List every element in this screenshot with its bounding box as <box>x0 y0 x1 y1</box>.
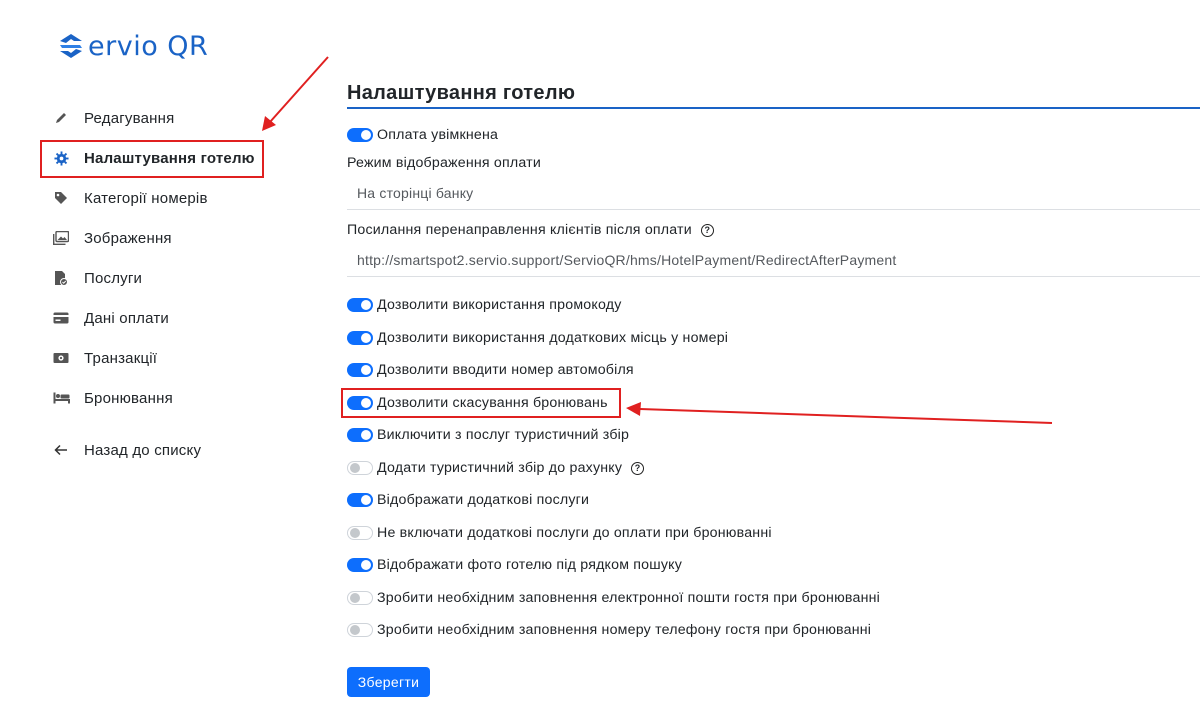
exclude-tourist-tax-toggle[interactable] <box>347 428 373 442</box>
require-email-toggle[interactable] <box>347 591 373 605</box>
credit-card-icon <box>52 309 70 327</box>
toggle-row: Відображати додаткові послуги <box>347 489 589 511</box>
toggle-row: Зробити необхідним заповнення електронно… <box>347 587 880 609</box>
sidebar-item-transactions[interactable]: Транзакції <box>40 338 280 378</box>
redirect-url-input[interactable]: http://smartspot2.servio.support/ServioQ… <box>347 243 1200 277</box>
back-to-list-label: Назад до списку <box>84 441 202 459</box>
toggle-label: Відображати додаткові послуги <box>377 492 590 508</box>
toggle-label: Не включати додаткові послуги до оплати … <box>377 525 772 541</box>
logo-text: ervio QR <box>88 30 209 62</box>
promo-code-toggle[interactable] <box>347 298 373 312</box>
toggle-row: Дозволити використання промокоду <box>347 294 622 316</box>
hotel-settings-form: Налаштування готелю Оплата увімкнена Реж… <box>341 82 1200 697</box>
logo[interactable]: ervio QR <box>56 28 208 64</box>
sidebar-item-bookings[interactable]: Бронювання <box>40 378 280 418</box>
toggle-label: Відображати фото готелю під рядком пошук… <box>377 557 683 573</box>
toggle-label: Дозволити використання промокоду <box>377 297 622 313</box>
toggle-row: Відображати фото готелю під рядком пошук… <box>347 554 682 576</box>
money-icon <box>52 349 70 367</box>
sidebar-item-label: Зображення <box>84 229 172 247</box>
sidebar-item-label: Дані оплати <box>84 309 169 327</box>
file-check-icon <box>52 269 70 287</box>
back-to-list-link[interactable]: Назад до списку <box>40 430 280 470</box>
sidebar-item-label: Транзакції <box>84 349 158 367</box>
sidebar-item-label: Налаштування готелю <box>84 149 255 167</box>
payment-enabled-toggle[interactable] <box>347 128 373 142</box>
toggle-label: Дозволити вводити номер автомобіля <box>377 362 634 378</box>
bed-icon <box>52 389 70 407</box>
arrow-left-icon <box>52 441 70 459</box>
page-title: Налаштування готелю <box>347 82 576 104</box>
toggle-label: Дозволити скасування бронювань <box>377 395 608 411</box>
toggle-row: Дозволити вводити номер автомобіля <box>347 359 634 381</box>
extra-beds-toggle[interactable] <box>347 331 373 345</box>
car-number-toggle[interactable] <box>347 363 373 377</box>
sidebar-item-label: Редагування <box>84 109 175 127</box>
pencil-icon <box>52 109 70 127</box>
tag-icon <box>52 189 70 207</box>
payment-enabled-label: Оплата увімкнена <box>377 127 499 143</box>
redirect-url-label-row: Посилання перенаправлення клієнтів після… <box>347 222 714 238</box>
sidebar: Редагування Налаштування готелю Категорі… <box>40 98 280 470</box>
payment-enabled-row: Оплата увімкнена <box>347 124 498 146</box>
gear-icon <box>52 149 70 167</box>
page: ervio QR Редагування Налаштування готелю… <box>0 0 1200 708</box>
sidebar-item-hotel-settings[interactable]: Налаштування готелю <box>40 138 280 178</box>
sidebar-item-label: Послуги <box>84 269 143 287</box>
toggle-row: Дозволити скасування бронювань <box>341 388 621 418</box>
save-button[interactable]: Зберегти <box>347 667 430 697</box>
toggle-row: Зробити необхідним заповнення номеру тел… <box>347 619 871 641</box>
hotel-photo-toggle[interactable] <box>347 558 373 572</box>
show-extra-services-toggle[interactable] <box>347 493 373 507</box>
require-phone-toggle[interactable] <box>347 623 373 637</box>
help-circle-icon[interactable]: ? <box>700 223 714 237</box>
sidebar-item-images[interactable]: Зображення <box>40 218 280 258</box>
sidebar-item-services[interactable]: Послуги <box>40 258 280 298</box>
toggle-row: Дозволити використання додаткових місць … <box>347 327 728 349</box>
servio-logo-icon <box>60 34 82 58</box>
sidebar-item-room-categories[interactable]: Категорії номерів <box>40 178 280 218</box>
toggle-label: Дозволити використання додаткових місць … <box>377 330 729 346</box>
exclude-extra-services-toggle[interactable] <box>347 526 373 540</box>
booking-cancellation-toggle[interactable] <box>347 396 373 410</box>
payment-mode-select[interactable]: На сторінці банку <box>347 176 1200 210</box>
sidebar-item-edit[interactable]: Редагування <box>40 98 280 138</box>
toggle-label: Зробити необхідним заповнення електронно… <box>377 590 881 606</box>
help-circle-icon[interactable]: ? <box>631 461 645 475</box>
add-tourist-tax-toggle[interactable] <box>347 461 373 475</box>
toggle-label: Додати туристичний збір до рахунку <box>377 460 623 476</box>
toggle-label: Виключити з послуг туристичний збір <box>377 427 630 443</box>
sidebar-item-payment-data[interactable]: Дані оплати <box>40 298 280 338</box>
title-underline <box>347 107 1200 109</box>
toggle-row: Виключити з послуг туристичний збір <box>347 424 629 446</box>
payment-mode-label: Режим відображення оплати <box>347 155 541 171</box>
redirect-url-label: Посилання перенаправлення клієнтів після… <box>347 222 692 238</box>
sidebar-item-label: Бронювання <box>84 389 173 407</box>
toggle-row: Додати туристичний збір до рахунку ? <box>347 457 645 479</box>
toggle-label: Зробити необхідним заповнення номеру тел… <box>377 622 872 638</box>
annotation-arrow-toggle <box>626 402 1053 424</box>
sidebar-item-label: Категорії номерів <box>84 189 208 207</box>
images-icon <box>52 229 70 247</box>
toggle-row: Не включати додаткові послуги до оплати … <box>347 522 772 544</box>
